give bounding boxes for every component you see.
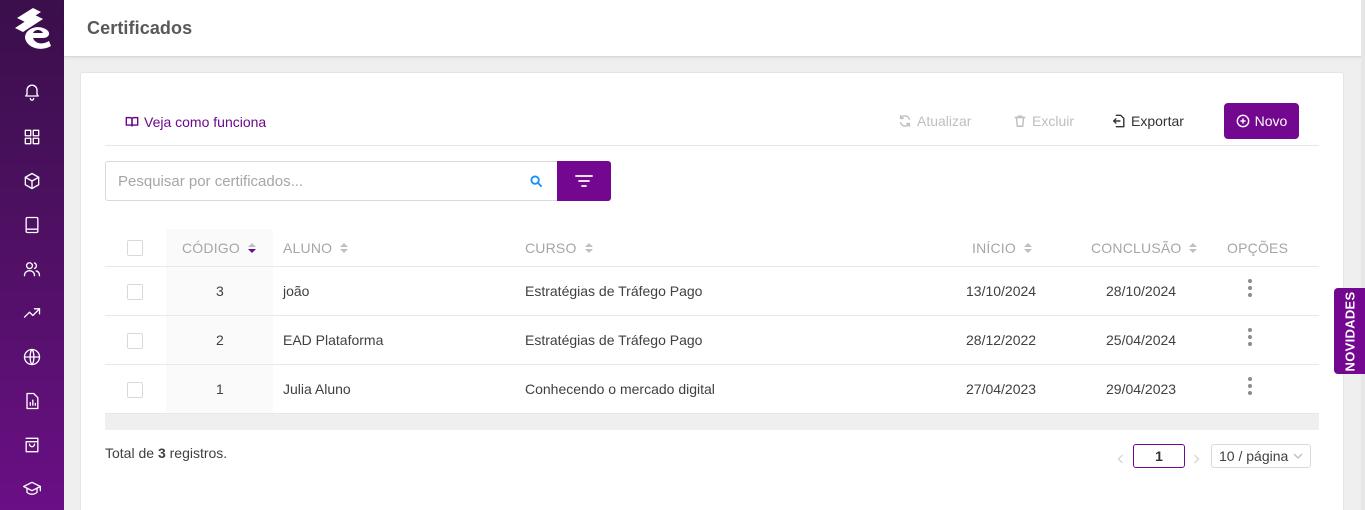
cell-student: Julia Aluno: [283, 381, 351, 397]
table-header: CÓDIGO ALUNO CURSO INÍCIO CONCLUSÃO OPÇÕ…: [105, 229, 1319, 267]
brand-logo-icon[interactable]: [11, 4, 55, 50]
more-options-icon[interactable]: [1248, 328, 1252, 346]
content-card: Veja como funciona Atualizar Excluir Exp…: [80, 72, 1344, 510]
grid-icon[interactable]: [20, 125, 44, 149]
cell-course: Conhecendo o mercado digital: [525, 381, 715, 397]
refresh-label: Atualizar: [917, 113, 972, 129]
sort-icon[interactable]: [247, 243, 256, 253]
export-button[interactable]: Exportar: [1112, 113, 1184, 129]
search-box: [105, 161, 558, 201]
page-size-select[interactable]: 10 / página: [1211, 444, 1311, 468]
search-icon[interactable]: [530, 175, 544, 189]
column-start-header[interactable]: INÍCIO: [972, 240, 1032, 256]
total-prefix: Total de: [105, 445, 158, 461]
export-label: Exportar: [1131, 113, 1184, 129]
row-checkbox[interactable]: [127, 284, 143, 300]
column-end-label: CONCLUSÃO: [1091, 240, 1182, 256]
cell-code: 3: [216, 283, 224, 299]
row-checkbox[interactable]: [127, 333, 143, 349]
refresh-icon: [899, 115, 911, 127]
export-icon: [1113, 114, 1125, 128]
toolbar: Veja como funciona Atualizar Excluir Exp…: [105, 103, 1319, 146]
column-code-header[interactable]: CÓDIGO: [182, 240, 256, 256]
column-student-header[interactable]: ALUNO: [283, 240, 349, 256]
filter-icon: [575, 175, 593, 187]
column-options-label: OPÇÕES: [1227, 240, 1289, 256]
cell-code: 1: [216, 381, 224, 397]
shopping-bag-icon[interactable]: [20, 433, 44, 457]
table-row[interactable]: 3 joão Estratégias de Tráfego Pago 13/10…: [105, 267, 1319, 316]
cell-course: Estratégias de Tráfego Pago: [525, 283, 703, 299]
cell-end-date: 25/04/2024: [1106, 332, 1177, 348]
chevron-down-icon: [1293, 453, 1303, 459]
page-title: Certificados: [87, 18, 193, 38]
current-page-input[interactable]: 1: [1133, 444, 1185, 468]
column-student-label: ALUNO: [283, 240, 333, 256]
open-book-icon: [125, 116, 139, 127]
table-row[interactable]: 1 Julia Aluno Conhecendo o mercado digit…: [105, 365, 1319, 414]
trash-icon: [1014, 115, 1026, 127]
total-records: Total de 3 registros.: [105, 445, 227, 461]
column-start-label: INÍCIO: [972, 240, 1016, 256]
search-input[interactable]: [106, 162, 526, 200]
sort-icon[interactable]: [1023, 243, 1032, 253]
trending-icon[interactable]: [20, 301, 44, 325]
table-row[interactable]: 2 EAD Plataforma Estratégias de Tráfego …: [105, 316, 1319, 365]
new-label: Novo: [1254, 113, 1288, 129]
cell-start-date: 28/12/2022: [966, 332, 1037, 348]
refresh-button[interactable]: Atualizar: [898, 113, 971, 129]
column-course-header[interactable]: CURSO: [525, 240, 593, 256]
column-code-label: CÓDIGO: [182, 240, 240, 256]
cell-code: 2: [216, 332, 224, 348]
cell-start-date: 27/04/2023: [966, 381, 1037, 397]
column-course-label: CURSO: [525, 240, 577, 256]
page-size-value: 10 / página: [1219, 448, 1289, 464]
column-end-header[interactable]: CONCLUSÃO: [1091, 240, 1198, 256]
total-suffix: registros.: [165, 445, 228, 461]
certificates-table: CÓDIGO ALUNO CURSO INÍCIO CONCLUSÃO OPÇÕ…: [105, 229, 1319, 430]
users-icon[interactable]: [20, 257, 44, 281]
scroll-track[interactable]: [1361, 0, 1365, 510]
sort-icon[interactable]: [340, 243, 349, 253]
how-it-works-label: Veja como funciona: [144, 114, 267, 130]
more-options-icon[interactable]: [1248, 279, 1252, 297]
top-bar: Certificados: [64, 0, 1361, 57]
filter-button[interactable]: [557, 161, 611, 201]
sort-icon[interactable]: [1189, 243, 1198, 253]
more-options-icon[interactable]: [1248, 377, 1252, 395]
cell-student: joão: [283, 283, 310, 299]
plus-circle-icon: [1236, 114, 1250, 128]
cell-start-date: 13/10/2024: [966, 283, 1037, 299]
horizontal-scrollbar[interactable]: [105, 414, 1319, 430]
sidebar: [0, 0, 64, 510]
graduation-cap-icon[interactable]: [20, 477, 44, 501]
delete-button[interactable]: Excluir: [1013, 113, 1074, 129]
column-options-header: OPÇÕES: [1227, 240, 1288, 256]
cell-end-date: 29/04/2023: [1106, 381, 1177, 397]
box-icon[interactable]: [20, 169, 44, 193]
prev-page-icon[interactable]: [1116, 451, 1126, 464]
report-icon[interactable]: [20, 389, 44, 413]
select-all-checkbox[interactable]: [127, 240, 143, 256]
cell-student: EAD Plataforma: [283, 332, 384, 348]
total-count: 3: [157, 445, 166, 461]
sort-icon[interactable]: [584, 243, 593, 253]
book-icon[interactable]: [20, 213, 44, 237]
news-tab[interactable]: NOVIDADES: [1334, 288, 1365, 374]
news-tab-label: NOVIDADES: [1342, 291, 1357, 371]
how-it-works-link[interactable]: Veja como funciona: [125, 114, 266, 130]
next-page-icon[interactable]: [1192, 451, 1202, 464]
row-checkbox[interactable]: [127, 382, 143, 398]
bell-icon[interactable]: [20, 79, 44, 103]
new-button[interactable]: Novo: [1224, 103, 1299, 139]
cell-course: Estratégias de Tráfego Pago: [525, 332, 703, 348]
globe-icon[interactable]: [20, 345, 44, 369]
delete-label: Excluir: [1032, 113, 1075, 129]
cell-end-date: 28/10/2024: [1106, 283, 1177, 299]
